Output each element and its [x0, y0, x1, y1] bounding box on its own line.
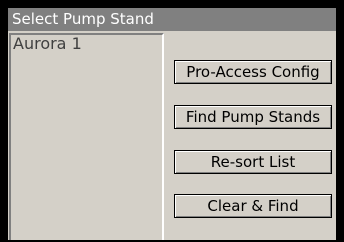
pro-access-config-button[interactable]: Pro-Access Config — [174, 60, 332, 84]
pump-stand-list[interactable]: Aurora 1 — [9, 33, 164, 240]
select-pump-stand-window: Select Pump Stand Aurora 1 Pro-Access Co… — [8, 8, 336, 240]
window-title: Select Pump Stand — [8, 8, 336, 31]
list-item[interactable]: Aurora 1 — [11, 35, 162, 53]
find-pump-stands-button[interactable]: Find Pump Stands — [174, 105, 332, 129]
resort-list-button[interactable]: Re-sort List — [174, 150, 332, 174]
clear-and-find-button[interactable]: Clear & Find — [174, 194, 332, 218]
